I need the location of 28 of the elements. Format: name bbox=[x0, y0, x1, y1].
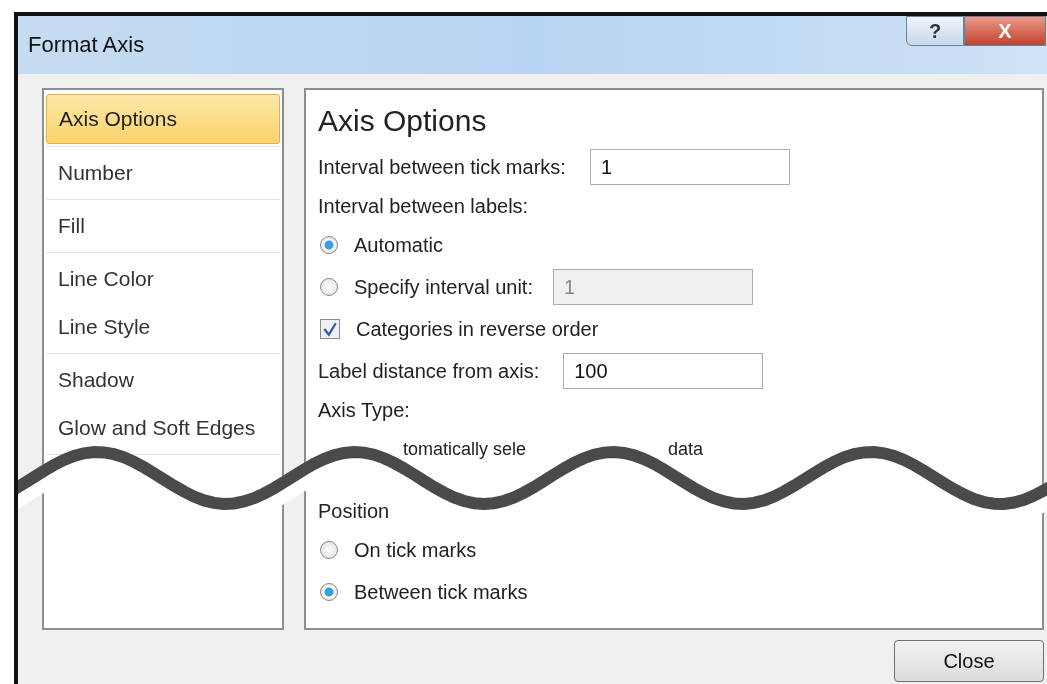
group-label: Interval between labels: bbox=[318, 194, 529, 218]
input-field[interactable]: 1 bbox=[589, 149, 790, 185]
sidebar-item[interactable]: Axis Options bbox=[46, 94, 280, 144]
radio-button[interactable] bbox=[320, 541, 338, 559]
radio-label[interactable]: Automatic bbox=[354, 233, 443, 257]
sidebar-item[interactable]: Shadow bbox=[46, 356, 280, 404]
radio-button[interactable] bbox=[320, 236, 338, 254]
sidebar-item[interactable]: Number bbox=[46, 149, 280, 197]
sidebar-item[interactable]: Line Style bbox=[46, 303, 280, 351]
radio-label[interactable]: Between tick marks bbox=[354, 580, 528, 604]
group-label: Position bbox=[318, 499, 390, 523]
radio-button[interactable] bbox=[320, 583, 338, 601]
group-label: Axis Type: bbox=[318, 398, 410, 422]
field-label: Interval between tick marks: bbox=[318, 155, 566, 179]
help-button[interactable]: ? bbox=[906, 16, 964, 46]
close-dialog-button[interactable]: Close bbox=[894, 640, 1044, 682]
option-text: data bbox=[668, 438, 704, 460]
sidebar-item[interactable]: Glow and Soft Edges bbox=[46, 404, 280, 452]
sidebar-item[interactable]: Line Color bbox=[46, 255, 280, 303]
option-text: tomatically sele bbox=[403, 438, 527, 460]
field-label: Label distance from axis: bbox=[318, 359, 540, 383]
sidebar-item[interactable]: Fill bbox=[46, 202, 280, 250]
input-field[interactable]: 100 bbox=[563, 353, 764, 389]
window-title: Format Axis bbox=[28, 32, 145, 58]
checkbox[interactable] bbox=[320, 319, 340, 339]
section-heading: Axis Options bbox=[318, 103, 488, 139]
radio-label[interactable]: On tick marks bbox=[354, 538, 477, 562]
checkbox-label[interactable]: Categories in reverse order bbox=[356, 317, 599, 341]
